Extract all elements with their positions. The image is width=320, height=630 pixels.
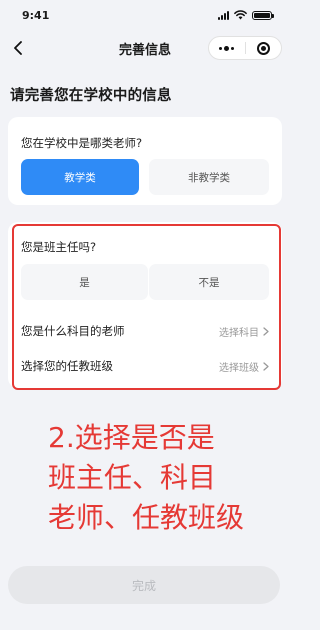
annotation-line: 老师、任教班级	[48, 501, 245, 534]
subject-label: 您是什么科目的老师	[21, 324, 125, 338]
class-label: 选择您的任教班级	[21, 359, 113, 373]
option-yes[interactable]: 是	[21, 264, 148, 300]
chevron-right-icon	[263, 361, 269, 371]
subject-row[interactable]: 您是什么科目的老师 选择科目	[21, 319, 269, 343]
mini-program-capsule	[208, 36, 282, 60]
annotation-line: 班主任、科目	[48, 461, 217, 494]
class-info-card: 您是班主任吗? 是 不是 您是什么科目的老师 选择科目 选择您的任教班级 选择班…	[8, 222, 282, 388]
more-button[interactable]	[209, 37, 245, 59]
class-value: 选择班级	[219, 362, 259, 374]
finish-button[interactable]: 完成	[8, 566, 280, 604]
status-bar: 9:41	[0, 0, 290, 30]
page-heading: 请完善您在学校中的信息	[10, 88, 172, 104]
wifi-icon	[234, 10, 247, 20]
annotation-text: 2.选择是否是 班主任、科目 老师、任教班级	[48, 418, 244, 538]
status-icons	[218, 10, 274, 20]
class-row[interactable]: 选择您的任教班级 选择班级	[21, 354, 269, 378]
option-teaching[interactable]: 教学类	[21, 159, 139, 195]
battery-icon	[252, 10, 274, 20]
more-dots-icon	[219, 45, 235, 51]
target-icon	[256, 41, 270, 55]
teacher-type-question: 您在学校中是哪类老师?	[21, 136, 143, 150]
head-teacher-question: 您是班主任吗?	[21, 240, 97, 254]
navigation-bar: 完善信息	[0, 30, 290, 66]
subject-value: 选择科目	[219, 327, 259, 339]
option-non-teaching[interactable]: 非教学类	[149, 159, 269, 195]
chevron-left-icon	[14, 41, 22, 55]
status-time: 9:41	[22, 8, 50, 22]
annotation-line: 2.选择是否是	[48, 421, 215, 454]
chevron-right-icon	[263, 326, 269, 336]
option-no[interactable]: 不是	[149, 264, 269, 300]
close-mini-program-button[interactable]	[246, 37, 282, 59]
back-button[interactable]	[6, 36, 30, 60]
teacher-type-card: 您在学校中是哪类老师? 教学类 非教学类	[8, 117, 282, 205]
cellular-signal-icon	[218, 10, 229, 20]
page-title: 完善信息	[118, 42, 171, 58]
